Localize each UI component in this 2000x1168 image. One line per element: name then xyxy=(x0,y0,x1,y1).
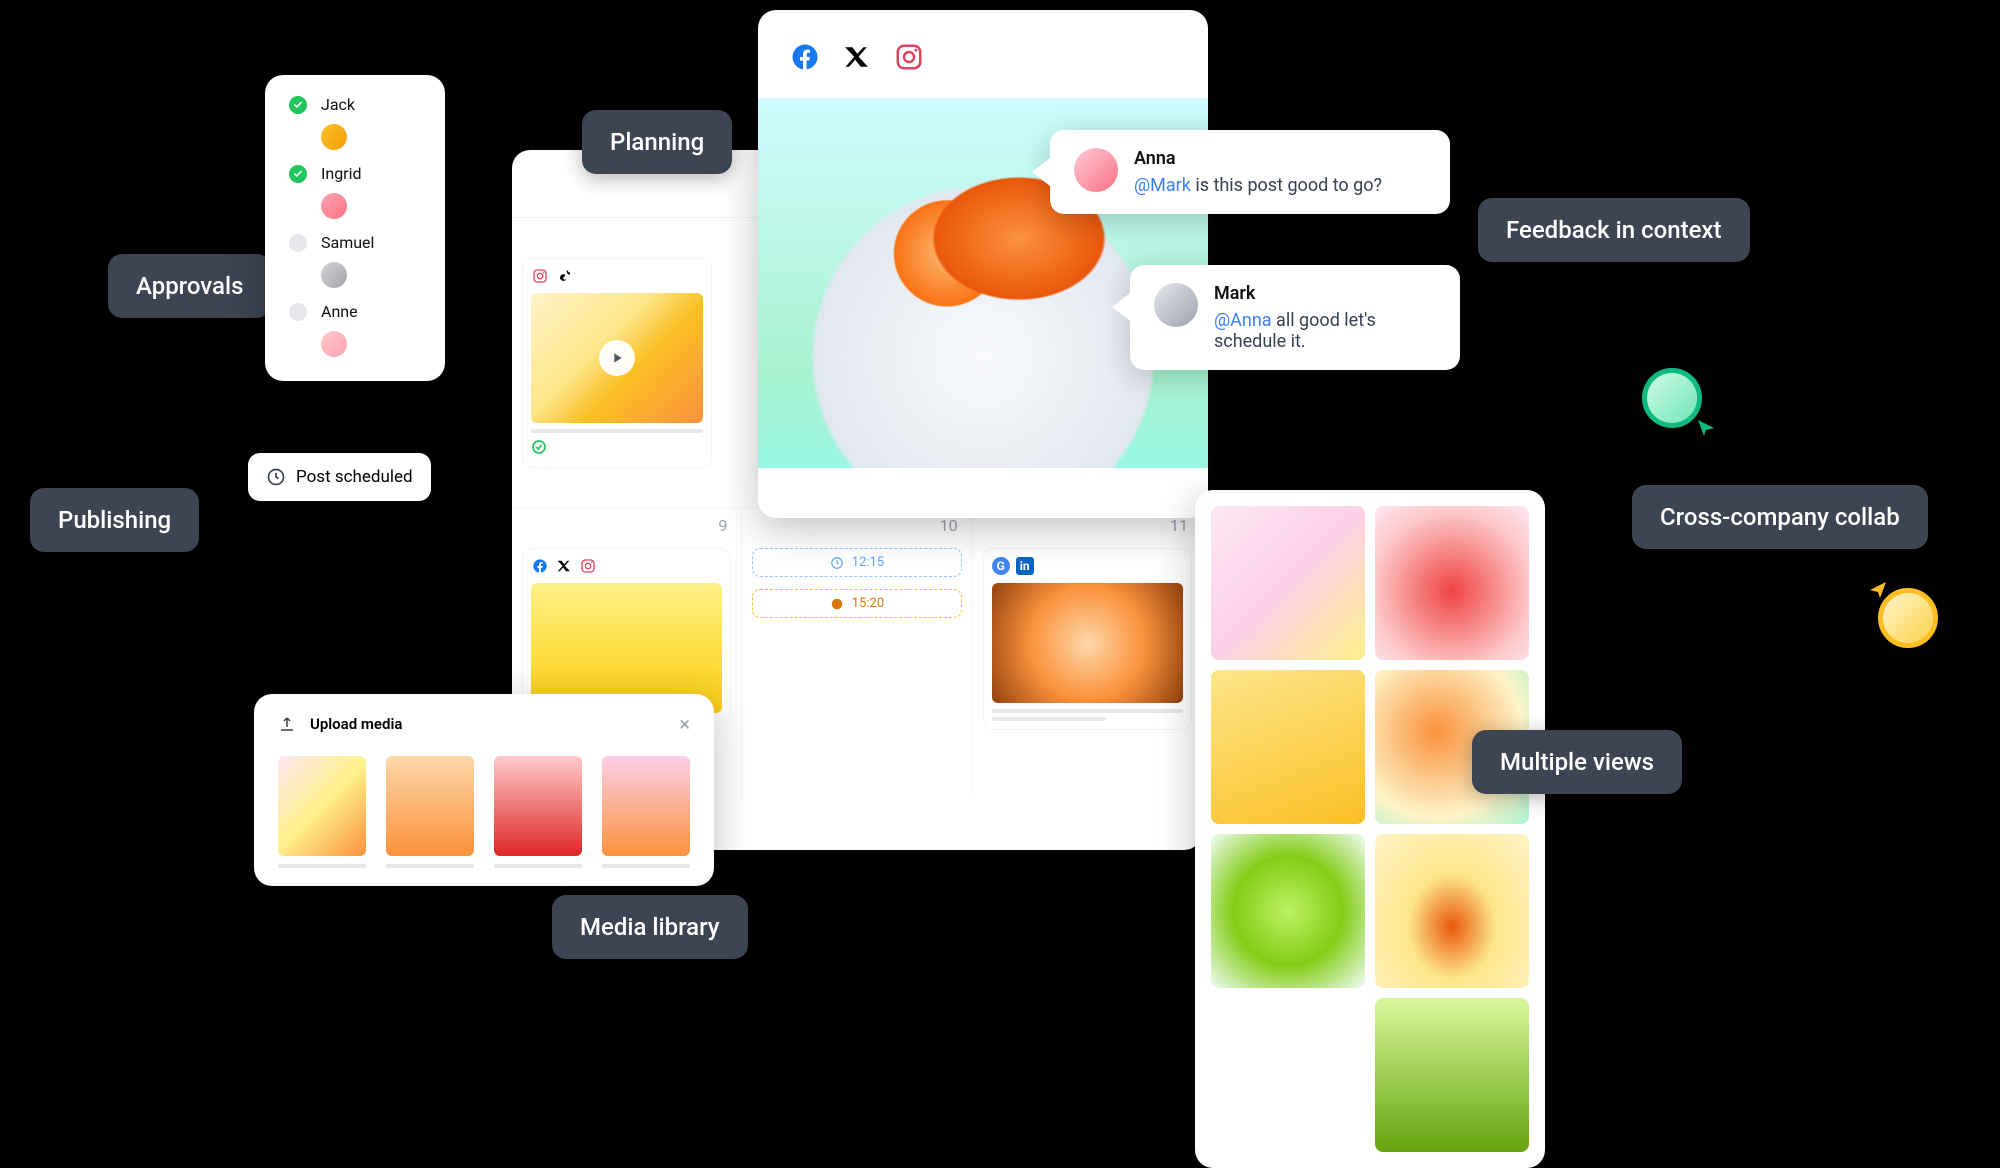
facebook-icon[interactable] xyxy=(788,40,822,74)
time-slot[interactable]: 12:15 xyxy=(752,548,961,577)
approver-name: Samuel xyxy=(321,233,374,252)
close-icon[interactable]: × xyxy=(679,712,690,736)
collaborator-cursor xyxy=(1642,368,1702,428)
time-slot-time: 15:20 xyxy=(852,596,884,611)
pending-icon xyxy=(289,303,307,321)
facebook-icon xyxy=(531,557,549,575)
clock-icon xyxy=(266,467,286,487)
avatar xyxy=(321,124,347,150)
calendar-cell[interactable]: 10 12:15 15:20 xyxy=(742,507,972,797)
post-scheduled-chip: Post scheduled xyxy=(248,453,431,501)
gallery-item[interactable] xyxy=(1375,834,1529,988)
feedback-label: Feedback in context xyxy=(1478,198,1750,262)
avatar xyxy=(321,193,347,219)
approval-row[interactable]: Jack xyxy=(289,95,421,114)
approval-row[interactable]: Anne xyxy=(289,302,421,321)
upload-icon xyxy=(278,715,296,733)
check-icon xyxy=(289,96,307,114)
time-slot-time: 12:15 xyxy=(852,555,884,570)
avatar xyxy=(321,262,347,288)
clock-icon xyxy=(830,556,844,570)
media-item[interactable] xyxy=(602,756,690,868)
approver-name: Jack xyxy=(321,95,355,114)
post-thumbnail xyxy=(531,293,703,423)
linkedin-icon: in xyxy=(1016,557,1034,575)
approver-name: Ingrid xyxy=(321,164,362,183)
gallery-item[interactable] xyxy=(1211,834,1365,988)
comment-text: @Anna all good let's schedule it. xyxy=(1214,310,1436,352)
media-library-label: Media library xyxy=(552,895,748,959)
comment-author: Anna xyxy=(1134,148,1382,169)
approver-name: Anne xyxy=(321,302,358,321)
gallery-item[interactable] xyxy=(1375,998,1529,1152)
pending-icon xyxy=(289,234,307,252)
calendar-cell[interactable]: 11 G in xyxy=(973,507,1202,797)
approvals-card: Jack Ingrid Samuel Anne xyxy=(265,75,445,381)
time-slot[interactable]: 15:20 xyxy=(752,589,961,618)
media-library-card: Upload media × xyxy=(254,694,714,886)
multiple-views-label: Multiple views xyxy=(1472,730,1682,794)
mention[interactable]: @Mark xyxy=(1134,175,1191,196)
calendar-post[interactable] xyxy=(522,258,712,468)
comment-bubble[interactable]: Mark @Anna all good let's schedule it. xyxy=(1130,265,1460,370)
avatar xyxy=(1154,283,1198,327)
approval-row[interactable]: Ingrid xyxy=(289,164,421,183)
bubble-tail xyxy=(1032,158,1050,186)
x-icon[interactable] xyxy=(840,40,874,74)
calendar-day-number: 11 xyxy=(1170,516,1188,535)
post-scheduled-text: Post scheduled xyxy=(296,467,413,487)
approvals-label: Approvals xyxy=(108,254,271,318)
cross-company-label: Cross-company collab xyxy=(1632,485,1928,549)
avatar xyxy=(1074,148,1118,192)
calendar-day-number: 10 xyxy=(940,516,958,535)
instagram-icon xyxy=(531,267,549,285)
media-item[interactable] xyxy=(494,756,582,868)
gallery-item[interactable] xyxy=(1211,670,1365,824)
comment-bubble[interactable]: Anna @Mark is this post good to go? xyxy=(1050,130,1450,214)
instagram-icon xyxy=(579,557,597,575)
google-icon: G xyxy=(992,557,1010,575)
calendar-post[interactable]: G in xyxy=(983,548,1192,730)
comment-author: Mark xyxy=(1214,283,1436,304)
approval-row[interactable]: Samuel xyxy=(289,233,421,252)
x-icon xyxy=(555,557,573,575)
publishing-label: Publishing xyxy=(30,488,199,552)
approved-icon xyxy=(531,439,547,455)
post-preview-card xyxy=(758,10,1208,518)
post-thumbnail xyxy=(992,583,1183,703)
avatar xyxy=(321,331,347,357)
tiktok-icon xyxy=(555,267,573,285)
check-icon xyxy=(289,165,307,183)
media-item[interactable] xyxy=(278,756,366,868)
gallery-item[interactable] xyxy=(1211,506,1365,660)
bubble-tail xyxy=(1112,293,1130,321)
mention[interactable]: @Anna xyxy=(1214,310,1272,331)
gallery-item[interactable] xyxy=(1375,506,1529,660)
planning-label: Planning xyxy=(582,110,732,174)
instagram-icon[interactable] xyxy=(892,40,926,74)
coin-icon xyxy=(830,597,844,611)
comment-text: @Mark is this post good to go? xyxy=(1134,175,1382,196)
cursor-icon xyxy=(1868,580,1888,600)
play-icon[interactable] xyxy=(599,340,635,376)
gallery-card xyxy=(1195,490,1545,1168)
upload-media-title: Upload media xyxy=(310,715,665,733)
calendar-day-number: 9 xyxy=(718,516,727,535)
cursor-icon xyxy=(1696,418,1716,438)
media-item[interactable] xyxy=(386,756,474,868)
